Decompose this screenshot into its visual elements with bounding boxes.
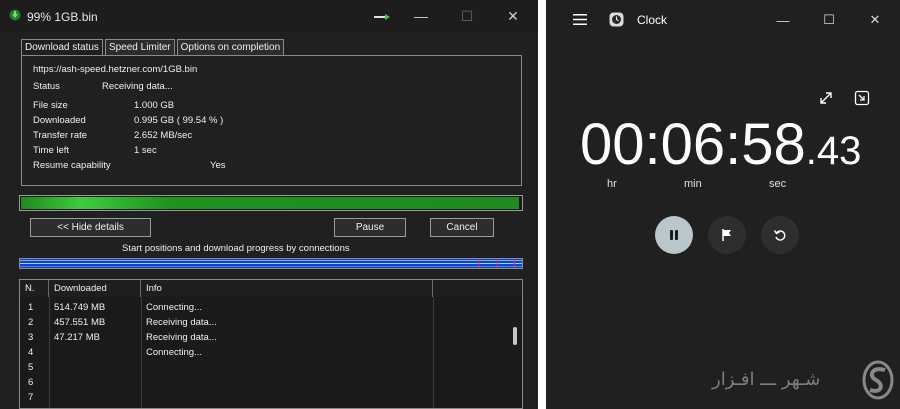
maximize-icon: ☐	[460, 7, 474, 24]
connection-marker	[497, 259, 498, 268]
stopwatch-reset-button[interactable]	[761, 216, 799, 254]
minimize-icon: —	[414, 8, 428, 24]
row-info: Receiving data...	[146, 332, 217, 343]
clock-window: Clock — ☐ ✕ 00:06:58.43 hr min sec	[546, 0, 900, 409]
row-number: 5	[28, 362, 34, 373]
column-header-number[interactable]: N.	[20, 280, 49, 297]
column-separator	[433, 297, 434, 408]
row-info: Receiving data...	[146, 317, 217, 328]
row-downloaded: 457.551 MB	[54, 317, 106, 328]
watermark-logo-icon	[862, 360, 894, 400]
unit-hours: hr	[607, 178, 617, 190]
maximize-icon: ☐	[823, 12, 835, 27]
connections-table: N. Downloaded Info 1 514.749 MB Connecting…	[19, 279, 523, 409]
download-window: 99% 1GB.bin — ☐ ✕ Download status Speed …	[0, 0, 538, 409]
column-header-info[interactable]: Info	[141, 280, 433, 297]
row-number: 7	[28, 392, 34, 403]
column-header-downloaded[interactable]: Downloaded	[49, 280, 141, 297]
watermark-text: شـهر‌ ـــ افـزار	[712, 369, 821, 390]
row-info: Connecting...	[146, 302, 202, 313]
row-number: 3	[28, 332, 34, 343]
row-number: 1	[28, 302, 34, 313]
tab-speed-limiter[interactable]: Speed Limiter	[104, 39, 175, 55]
connection-line	[20, 266, 522, 267]
pause-button[interactable]: Pause	[334, 218, 406, 237]
minimize-button[interactable]: —	[398, 0, 444, 32]
pause-icon	[670, 230, 678, 240]
table-scrollbar-thumb[interactable]	[513, 327, 517, 345]
column-separator	[141, 297, 142, 408]
download-url: https://ash-speed.hetzner.com/1GB.bin	[33, 64, 198, 75]
compact-overlay-icon[interactable]	[853, 89, 871, 107]
stopwatch-time: 00:06:58.43	[580, 110, 861, 185]
clock-maximize-button[interactable]: ☐	[806, 0, 852, 40]
download-app-icon	[9, 9, 21, 21]
resume-capability-value: Yes	[210, 160, 226, 171]
minimize-to-tray-icon[interactable]	[374, 14, 390, 20]
transfer-rate-label: Transfer rate	[33, 130, 88, 141]
connection-marker	[478, 259, 479, 268]
maximize-button[interactable]: ☐	[444, 0, 490, 32]
download-progress-fill	[21, 197, 519, 209]
tab-download-status[interactable]: Download status	[21, 39, 103, 56]
cancel-button[interactable]: Cancel	[430, 218, 494, 237]
download-body: Download status Speed Limiter Options on…	[0, 32, 538, 409]
stopwatch-time-main: 00:06:58	[580, 112, 806, 177]
clock-titlebar[interactable]: Clock — ☐ ✕	[546, 0, 900, 40]
clock-close-button[interactable]: ✕	[852, 0, 898, 40]
expand-icon[interactable]	[817, 89, 835, 107]
status-label: Status	[33, 81, 60, 92]
row-downloaded: 47.217 MB	[54, 332, 100, 343]
file-size-label: File size	[33, 100, 68, 111]
status-value: Receiving data...	[102, 81, 173, 92]
connection-line	[20, 263, 522, 264]
row-info: Connecting...	[146, 347, 202, 358]
connection-marker	[514, 259, 515, 268]
unit-seconds: sec	[769, 178, 787, 190]
clock-window-title: Clock	[637, 13, 668, 27]
minimize-icon: —	[776, 12, 790, 28]
stopwatch-lap-button[interactable]	[708, 216, 746, 254]
hamburger-menu-icon[interactable]	[573, 14, 587, 25]
row-number: 6	[28, 377, 34, 388]
download-titlebar[interactable]: 99% 1GB.bin — ☐ ✕	[0, 0, 538, 32]
close-icon: ✕	[507, 7, 519, 24]
connections-progress-bar	[19, 258, 523, 269]
clock-minimize-button[interactable]: —	[760, 0, 806, 40]
row-downloaded: 514.749 MB	[54, 302, 106, 313]
stopwatch-pause-button[interactable]	[655, 216, 693, 254]
download-window-title: 99% 1GB.bin	[27, 10, 98, 24]
stopwatch-time-fraction: .43	[805, 129, 862, 173]
connections-caption: Start positions and download progress by…	[122, 243, 350, 254]
close-button[interactable]: ✕	[490, 0, 536, 32]
file-size-value: 1.000 GB	[134, 100, 175, 111]
download-progress-bar	[19, 195, 523, 211]
reset-icon	[773, 230, 786, 241]
downloaded-value: 0.995 GB ( 99.54 % )	[134, 115, 224, 126]
time-left-value: 1 sec	[134, 145, 157, 156]
flag-icon	[722, 229, 731, 241]
row-number: 2	[28, 317, 34, 328]
row-number: 4	[28, 347, 34, 358]
downloaded-label: Downloaded	[33, 115, 86, 126]
resume-capability-label: Resume capability	[33, 160, 111, 171]
time-left-label: Time left	[33, 145, 70, 156]
transfer-rate-value: 2.652 MB/sec	[134, 130, 193, 141]
close-icon: ✕	[869, 12, 881, 27]
column-header-blank	[433, 280, 522, 297]
connection-line	[20, 260, 522, 261]
column-separator	[49, 297, 50, 408]
tab-options-on-completion[interactable]: Options on completion	[176, 39, 285, 55]
unit-minutes: min	[684, 178, 702, 190]
download-status-panel: https://ash-speed.hetzner.com/1GB.bin St…	[21, 55, 522, 186]
tab-strip: Download status Speed Limiter Options on…	[21, 39, 286, 56]
clock-app-icon	[609, 12, 624, 27]
hide-details-button[interactable]: << Hide details	[30, 218, 151, 237]
